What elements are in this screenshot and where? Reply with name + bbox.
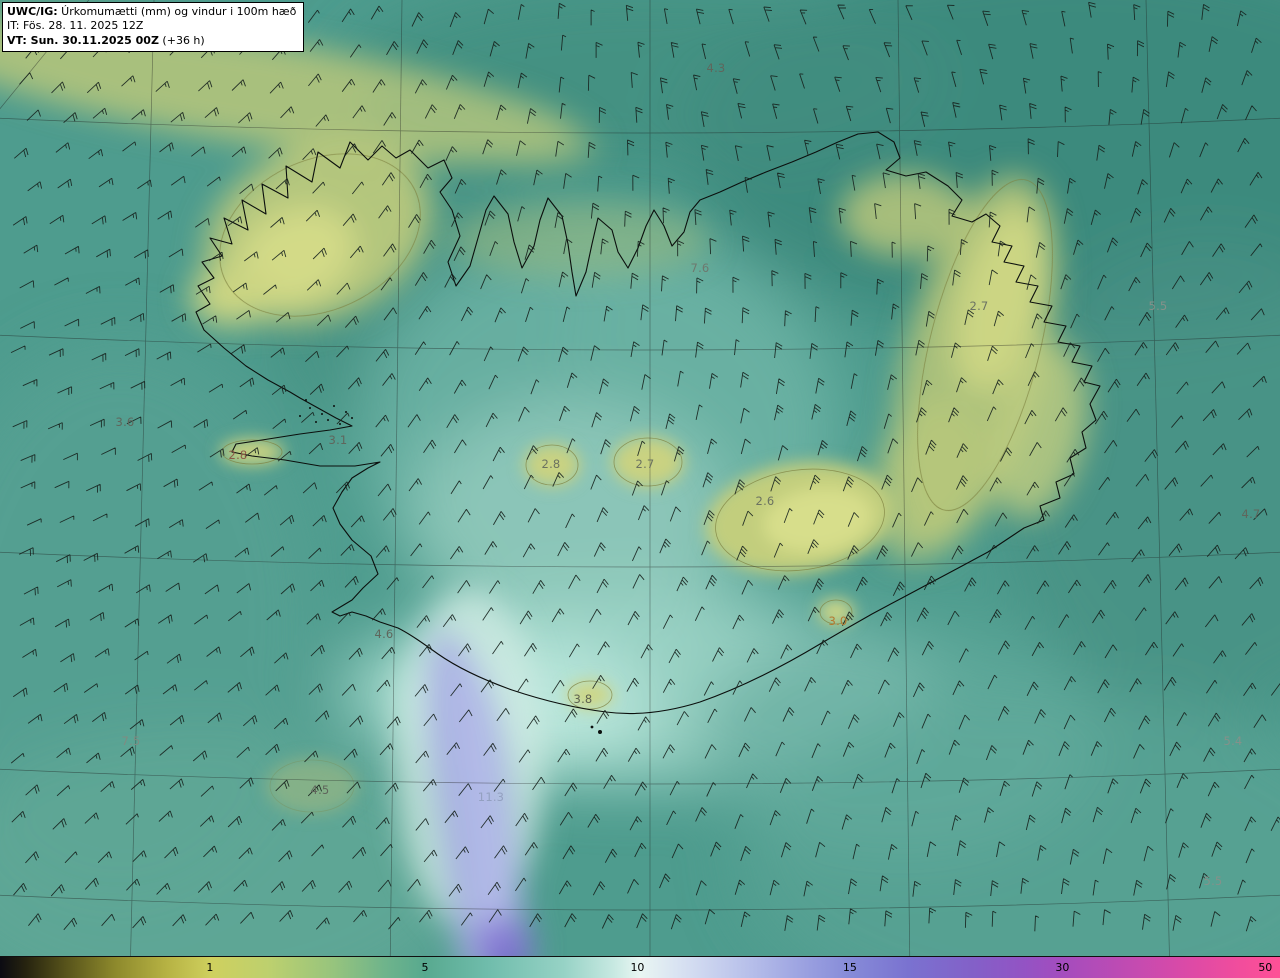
valid-time-line: VT: Sun. 30.11.2025 00Z (+36 h)	[7, 34, 296, 48]
colorbar-tick-label: 5	[421, 961, 429, 974]
valid-time: VT: Sun. 30.11.2025 00Z	[7, 33, 159, 47]
colorbar-ticks: 1 5 10 15 30 50	[0, 957, 1280, 978]
product-code: UWC/IG:	[7, 5, 58, 18]
colorbar-tick-label: 10	[630, 961, 645, 974]
map-title-line: UWC/IG: Úrkomumætti (mm) og vindur i 100…	[7, 5, 296, 19]
precip-field-layer	[0, 0, 1280, 978]
map-title: Úrkomumætti (mm) og vindur i 100m hæð	[57, 5, 297, 18]
valid-offset: (+36 h)	[158, 33, 205, 47]
weather-map	[0, 0, 1280, 978]
map-header: UWC/IG: Úrkomumætti (mm) og vindur i 100…	[2, 2, 305, 52]
init-time: IT: Fös. 28. 11. 2025 12Z	[7, 19, 144, 33]
colorbar-tick-label: 15	[842, 961, 857, 974]
colorbar-tick-label: 1	[206, 961, 214, 974]
colorbar-tick-label: 50	[1258, 961, 1273, 974]
weather-map-viewport: 4.3 7.6 2.7 5.5 3.6 3.1 2.8 2.8 2.7 2.6 4.7 3.0 4.6 3…	[0, 0, 1280, 978]
colorbar: 1 5 10 15 30 50	[0, 956, 1280, 978]
colorbar-tick-label: 30	[1055, 961, 1070, 974]
